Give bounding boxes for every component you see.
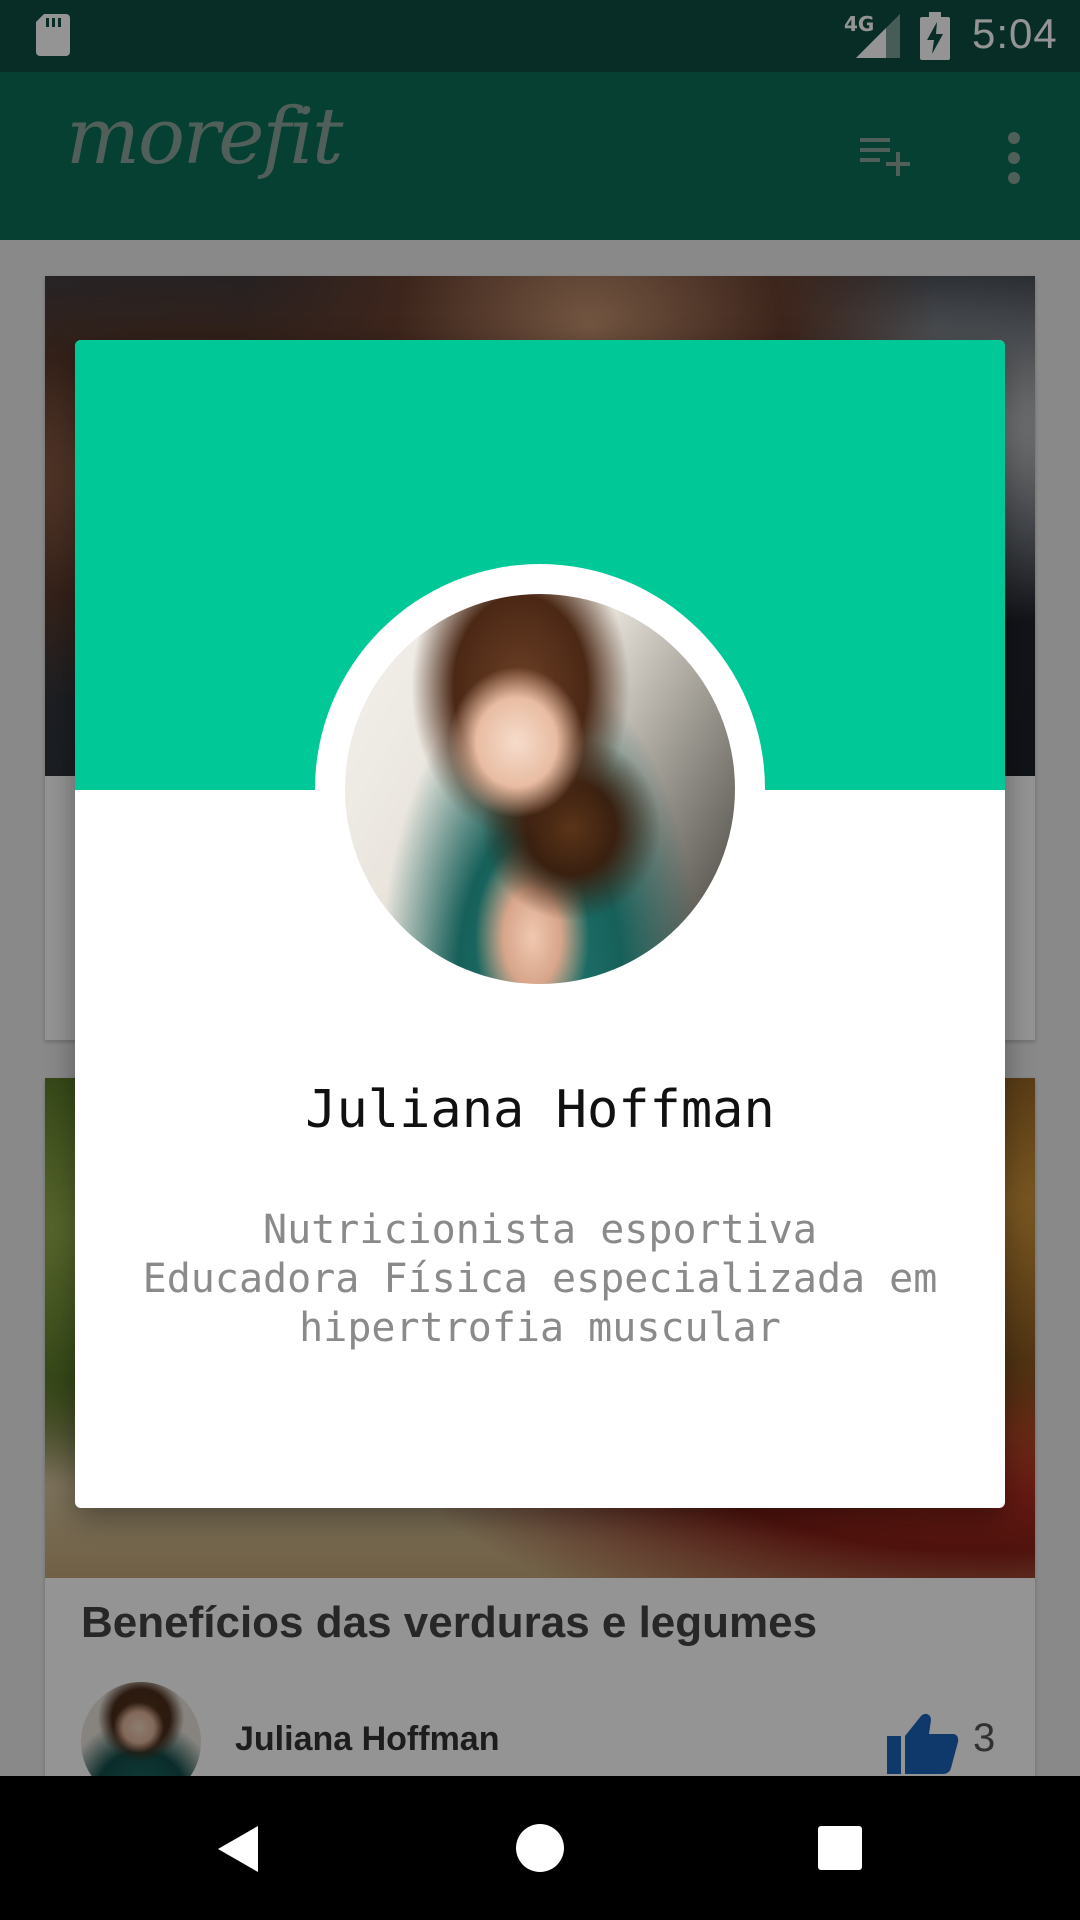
bio-line: Educadora Física especializada em	[142, 1256, 938, 1302]
bio-line: hipertrofia muscular	[299, 1305, 781, 1351]
profile-dialog: Juliana Hoffman Nutricionista esportiva …	[75, 340, 1005, 1508]
profile-bio: Nutricionista esportiva Educadora Física…	[115, 1206, 965, 1353]
navigation-bar	[0, 1776, 1080, 1920]
home-icon[interactable]	[516, 1824, 564, 1872]
profile-photo	[345, 594, 735, 984]
bio-line: Nutricionista esportiva	[263, 1207, 817, 1253]
back-icon[interactable]	[214, 1824, 262, 1874]
profile-name: Juliana Hoffman	[305, 1080, 775, 1140]
recents-icon[interactable]	[818, 1826, 862, 1870]
